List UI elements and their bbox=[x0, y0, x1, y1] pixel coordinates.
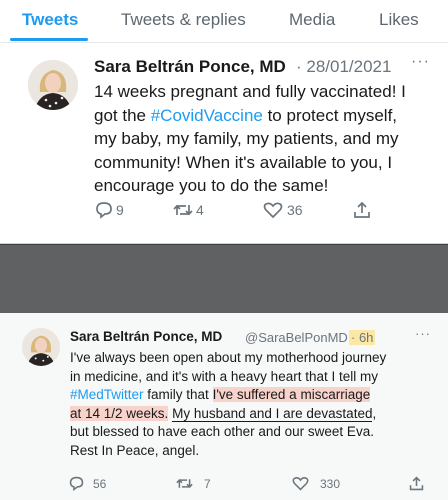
more-icon[interactable]: ··· bbox=[411, 53, 430, 71]
underlined-text: My husband and I are devastated bbox=[172, 405, 373, 422]
reply-icon bbox=[69, 476, 84, 491]
reply-count: 9 bbox=[116, 202, 124, 218]
tab-likes[interactable]: Likes bbox=[379, 10, 419, 30]
reply-icon bbox=[96, 202, 112, 219]
tweet-card: Sara Beltrán Ponce, MD @SaraBelPonMD · 6… bbox=[0, 313, 448, 500]
tweet-time[interactable]: · 6h bbox=[349, 330, 376, 345]
author-handle[interactable]: @SaraBelPonMD bbox=[245, 330, 348, 345]
retweet-icon bbox=[176, 479, 193, 488]
share-button[interactable] bbox=[408, 475, 425, 492]
tweet-date[interactable]: · 28/01/2021 bbox=[296, 57, 391, 77]
like-icon bbox=[292, 477, 309, 491]
retweet-button[interactable]: 4 bbox=[172, 200, 204, 220]
like-count: 36 bbox=[287, 202, 303, 218]
avatar-photo-icon bbox=[28, 60, 78, 110]
tweet-text-line: at 14 1/2 weeks. My husband and I are de… bbox=[70, 405, 386, 424]
tweet-text-line: Rest In Peace, angel. bbox=[70, 442, 200, 458]
like-count: 330 bbox=[320, 476, 341, 491]
like-button[interactable]: 330 bbox=[291, 475, 340, 492]
tab-media[interactable]: Media bbox=[289, 10, 335, 30]
screenshot-divider bbox=[0, 244, 448, 313]
author-name[interactable]: Sara Beltrán Ponce, MD bbox=[70, 329, 222, 344]
highlighted-text: at 14 1/2 weeks. bbox=[70, 405, 169, 421]
tab-tweets[interactable]: Tweets bbox=[22, 10, 78, 30]
reply-button[interactable]: 9 bbox=[94, 200, 124, 220]
tweet-actions: 9 4 36 bbox=[94, 200, 394, 224]
reply-count: 56 bbox=[93, 476, 107, 491]
like-icon bbox=[263, 202, 283, 219]
profile-tweet-card: Tweets Tweets & replies Media Likes Sara… bbox=[0, 0, 448, 244]
tweet-text-line: #MedTwitter family that I've suffered a … bbox=[70, 386, 386, 405]
tweet-actions: 56 7 330 bbox=[68, 475, 428, 495]
tweet-text: I've always been open about my motherhoo… bbox=[70, 349, 386, 460]
share-button[interactable] bbox=[352, 200, 372, 220]
share-icon bbox=[354, 201, 370, 218]
avatar[interactable] bbox=[28, 60, 78, 110]
tweet-text-line: 14 weeks pregnant and fully vaccinated! … bbox=[94, 82, 406, 101]
tweet-text-line: community! When it's available to you, I bbox=[94, 152, 393, 172]
profile-tabs: Tweets Tweets & replies Media Likes bbox=[0, 0, 448, 43]
avatar[interactable] bbox=[22, 328, 60, 366]
avatar-photo-icon bbox=[22, 328, 60, 366]
active-tab-indicator bbox=[10, 38, 88, 41]
tweet-text-line: I've always been open about my motherhoo… bbox=[70, 350, 387, 365]
tweet-text-segment: got the bbox=[94, 105, 151, 125]
retweet-count: 7 bbox=[204, 476, 211, 491]
retweet-icon bbox=[173, 204, 193, 216]
tweet-text-line: but blessed to have each other and our s… bbox=[70, 424, 374, 439]
reply-button[interactable]: 56 bbox=[68, 475, 106, 492]
tweet-text-segment: family that bbox=[143, 387, 213, 402]
tweet-text-segment: to protect myself, bbox=[262, 105, 398, 125]
hashtag-link[interactable]: #MedTwitter bbox=[70, 387, 144, 402]
hashtag-link[interactable]: #CovidVaccine bbox=[151, 106, 263, 125]
tweet-text-line: in medicine, and it's with a heavy heart… bbox=[70, 368, 378, 384]
tweet-text-line: my baby, my family, my patients, and my bbox=[94, 129, 399, 148]
tweet-text-segment: , bbox=[372, 405, 377, 421]
retweet-count: 4 bbox=[196, 202, 204, 218]
like-button[interactable]: 36 bbox=[262, 200, 303, 220]
author-name[interactable]: Sara Beltrán Ponce, MD bbox=[94, 57, 286, 77]
tab-tweets-replies[interactable]: Tweets & replies bbox=[121, 10, 246, 30]
retweet-button[interactable]: 7 bbox=[175, 475, 211, 492]
tweet-text-line: got the #CovidVaccine to protect myself, bbox=[94, 104, 406, 128]
more-icon[interactable]: ··· bbox=[415, 326, 431, 341]
tweet-text: 14 weeks pregnant and fully vaccinated! … bbox=[94, 80, 406, 198]
highlighted-text: I've suffered a miscarriage bbox=[212, 387, 371, 402]
share-icon bbox=[409, 476, 424, 491]
tweet-text-line: encourage you to do the same! bbox=[94, 176, 329, 195]
